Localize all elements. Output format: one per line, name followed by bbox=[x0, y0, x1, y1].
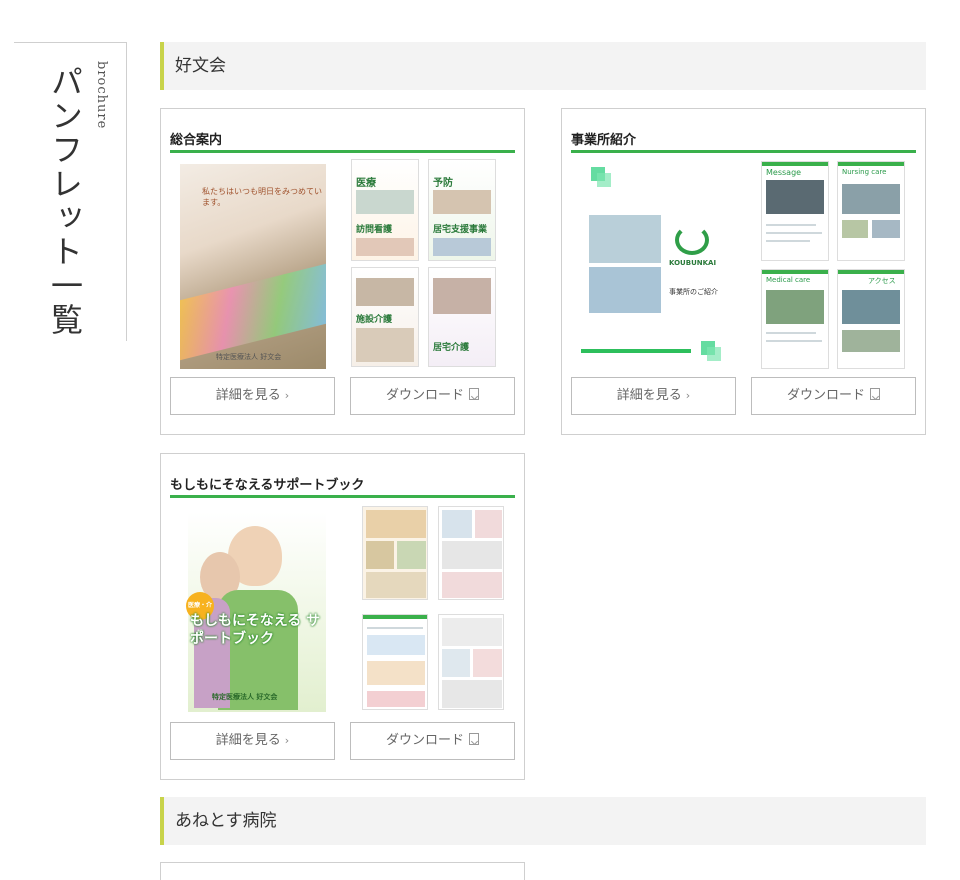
page-thumb bbox=[438, 506, 504, 600]
page-thumb: 施設介護 bbox=[351, 267, 419, 367]
page-side-title: パンフレット一覧 brochure bbox=[14, 42, 127, 341]
logo-text: KOUBUNKAI bbox=[669, 259, 717, 267]
pdf-download-icon bbox=[469, 388, 479, 400]
cover-org: 特定医療法人 好文会 bbox=[212, 693, 278, 701]
page-thumb: Message bbox=[761, 161, 829, 261]
side-title-jp: パンフレット一覧 bbox=[46, 65, 84, 337]
view-details-button[interactable]: 詳細を見る › bbox=[170, 722, 335, 760]
logo-sub: 事業所のご紹介 bbox=[669, 288, 718, 296]
chevron-right-icon: › bbox=[284, 389, 290, 402]
brochure-card-support-book: もしもにそなえるサポートブック 医療・介護 もしもにそなえる サポートブック 特… bbox=[160, 453, 525, 780]
download-button[interactable]: ダウンロード bbox=[350, 377, 515, 415]
page-thumb bbox=[362, 614, 428, 710]
view-details-button[interactable]: 詳細を見る › bbox=[170, 377, 335, 415]
side-title-en: brochure bbox=[94, 61, 109, 130]
page-thumb: 予防 居宅支援事業 bbox=[428, 159, 496, 261]
section-header-koubunkai: 好文会 bbox=[160, 42, 926, 90]
pdf-download-icon bbox=[469, 733, 479, 745]
card-title: 事業所紹介 bbox=[571, 129, 916, 153]
download-button[interactable]: ダウンロード bbox=[751, 377, 916, 415]
brochure-preview-image[interactable]: 医療・介護 もしもにそなえる サポートブック 特定医療法人 好文会 bbox=[170, 504, 515, 714]
cover-image: KOUBUNKAI 事業所のご紹介 bbox=[571, 159, 736, 369]
brochure-card-office-intro: 事業所紹介 KOUBUNKAI 事業所のご紹介 Message Nursing bbox=[561, 108, 926, 435]
page-thumb: アクセス bbox=[837, 269, 905, 369]
view-details-button[interactable]: 詳細を見る › bbox=[571, 377, 736, 415]
section-header-anetosu-hospital: あねとす病院 bbox=[160, 797, 926, 845]
card-title: もしもにそなえるサポートブック bbox=[170, 474, 515, 498]
card-title: 総合案内 bbox=[170, 129, 515, 153]
cover-org: 特定医療法人 好文会 bbox=[216, 353, 282, 361]
chevron-right-icon: › bbox=[284, 734, 290, 747]
cover-title: もしもにそなえる サポートブック bbox=[190, 613, 321, 647]
page-thumb bbox=[438, 614, 504, 710]
cover-caption: 私たちはいつも明日をみつめています。 bbox=[202, 187, 322, 207]
page-thumb: Nursing care bbox=[837, 161, 905, 261]
download-button[interactable]: ダウンロード bbox=[350, 722, 515, 760]
chevron-right-icon: › bbox=[685, 389, 691, 402]
page-thumb: 居宅介護 bbox=[428, 267, 496, 367]
brochure-card-partial bbox=[160, 862, 525, 880]
pdf-download-icon bbox=[870, 388, 880, 400]
page-thumb: Medical care bbox=[761, 269, 829, 369]
page-thumb bbox=[362, 506, 428, 600]
cover-image: 私たちはいつも明日をみつめています。 特定医療法人 好文会 bbox=[180, 164, 326, 369]
brochure-preview-image[interactable]: 私たちはいつも明日をみつめています。 特定医療法人 好文会 医療 訪問看護 予防… bbox=[170, 159, 515, 369]
page-thumb: 医療 訪問看護 bbox=[351, 159, 419, 261]
brochure-preview-image[interactable]: KOUBUNKAI 事業所のご紹介 Message Nursing care M… bbox=[571, 159, 916, 369]
brochure-card-general-guide: 総合案内 私たちはいつも明日をみつめています。 特定医療法人 好文会 医療 訪問… bbox=[160, 108, 525, 435]
cover-image: 医療・介護 もしもにそなえる サポートブック 特定医療法人 好文会 bbox=[186, 512, 326, 712]
